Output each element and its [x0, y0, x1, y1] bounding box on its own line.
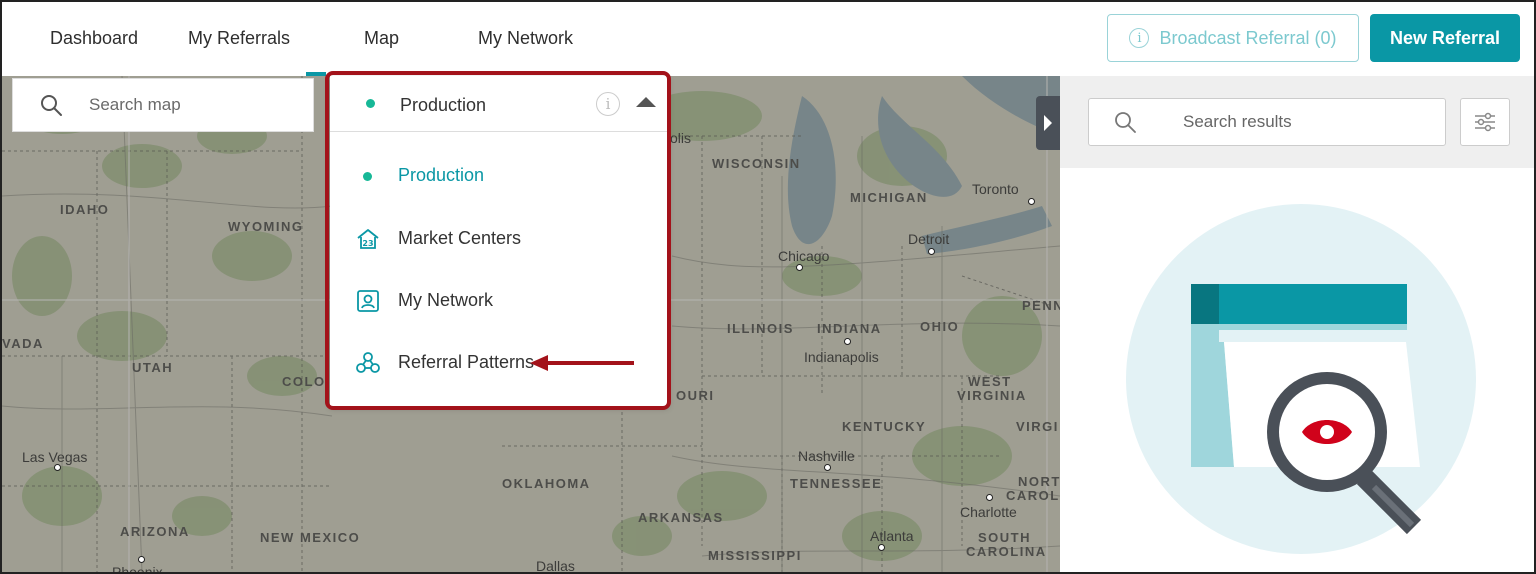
- map-label-colo: COLO: [282, 374, 326, 389]
- contact-card-icon: [357, 290, 379, 312]
- results-search-box[interactable]: [1088, 98, 1446, 146]
- nav-my-referrals[interactable]: My Referrals: [188, 28, 290, 49]
- map-label-wisconsin: WISCONSIN: [712, 156, 801, 171]
- map-city-las-vegas: Las Vegas: [22, 449, 88, 465]
- map-label-south: SOUTH: [978, 530, 1031, 545]
- search-icon: [41, 95, 62, 116]
- chevron-right-icon: [1044, 115, 1052, 131]
- map-label-mississippi: MISSISSIPPI: [708, 548, 802, 563]
- info-icon[interactable]: i: [596, 92, 620, 116]
- annotation-arrow-icon: [530, 355, 634, 371]
- layer-option-label: Market Centers: [398, 228, 522, 248]
- map-search-input[interactable]: [89, 95, 289, 115]
- map-label-nort: NORT: [1018, 474, 1060, 489]
- map-label-arkansas: ARKANSAS: [638, 510, 724, 525]
- map-city-toronto: Toronto: [972, 181, 1019, 197]
- layer-option-label: Production: [398, 165, 485, 185]
- map-layer-select[interactable]: Production i: [330, 76, 668, 132]
- map-label-olis: olis: [670, 130, 692, 146]
- map-label-wyoming: WYOMING: [228, 219, 304, 234]
- map-label-carol: CAROL: [1006, 488, 1060, 503]
- map-city-dallas: Dallas: [536, 558, 575, 572]
- map-city-nashville: Nashville: [798, 448, 855, 464]
- map-city-indianapolis: Indianapolis: [804, 349, 879, 365]
- map-city-marker: [1028, 198, 1035, 205]
- map-city-marker: [928, 248, 935, 255]
- layer-option-label: Referral Patterns: [398, 352, 535, 372]
- map-city-atlanta: Atlanta: [870, 528, 914, 544]
- layer-option-my-network[interactable]: My Network: [330, 279, 668, 323]
- layer-option-market-centers[interactable]: 23 Market Centers: [330, 217, 668, 261]
- map-label-arizona: ARIZONA: [120, 524, 190, 539]
- map-layer-selected-label: Production: [400, 95, 487, 115]
- panel-collapse-toggle[interactable]: [1036, 96, 1060, 150]
- map-city-marker: [878, 544, 885, 551]
- broadcast-referral-label: Broadcast Referral (0): [1159, 27, 1337, 48]
- map-label-carolina: CAROLINA: [966, 544, 1047, 559]
- new-referral-button[interactable]: New Referral: [1370, 14, 1520, 62]
- map-label-virginia: VIRGINIA: [957, 388, 1027, 403]
- map-city-chicago: Chicago: [778, 248, 830, 264]
- empty-results-illustration: [1126, 204, 1476, 554]
- map-city-phoenix: Phoenix: [112, 564, 163, 572]
- status-dot-icon: [363, 172, 372, 181]
- map-label-ohio: OHIO: [920, 319, 960, 334]
- map-label-kentucky: KENTUCKY: [842, 419, 927, 434]
- map-label-tennessee: TENNESSEE: [790, 476, 883, 491]
- map-label-idaho: IDAHO: [60, 202, 110, 217]
- svg-text:23: 23: [362, 239, 373, 248]
- layer-option-label: My Network: [398, 290, 494, 310]
- search-icon: [1115, 112, 1136, 133]
- new-referral-label: New Referral: [1389, 27, 1501, 48]
- map-label-indiana: INDIANA: [817, 321, 882, 336]
- results-search-input[interactable]: [1183, 112, 1433, 132]
- results-panel: [1060, 76, 1534, 572]
- filter-sliders-icon: [1475, 112, 1495, 132]
- map-label-west: WEST: [968, 374, 1012, 389]
- map-label-illinois: ILLINOIS: [727, 321, 794, 336]
- map-city-marker: [824, 464, 831, 471]
- map-city-marker: [844, 338, 851, 345]
- broadcast-referral-button[interactable]: i Broadcast Referral (0): [1107, 14, 1359, 62]
- top-navigation: Dashboard My Referrals Map My Network i …: [2, 2, 1534, 76]
- layer-option-production[interactable]: Production: [330, 154, 668, 198]
- status-dot-icon: [366, 99, 375, 108]
- market-center-icon: 23: [357, 229, 379, 249]
- results-panel-header: [1060, 76, 1534, 168]
- map-label-michigan: MICHIGAN: [850, 190, 928, 205]
- nav-my-network[interactable]: My Network: [478, 28, 573, 49]
- map-label-new-mexico: NEW MEXICO: [260, 530, 361, 545]
- map-city-marker: [54, 464, 61, 471]
- map-search-box[interactable]: [12, 78, 314, 132]
- map-city-marker: [796, 264, 803, 271]
- map-city-detroit: Detroit: [908, 231, 950, 247]
- map-label-penn: PENN: [1022, 298, 1060, 313]
- map-city-marker: [986, 494, 993, 501]
- network-nodes-icon: [356, 352, 380, 373]
- info-icon: i: [1129, 28, 1150, 48]
- caret-up-icon[interactable]: [636, 97, 656, 107]
- map-label-oklahoma: OKLAHOMA: [502, 476, 591, 491]
- filter-button[interactable]: [1460, 98, 1510, 146]
- map-label-utah: UTAH: [132, 360, 174, 375]
- map-city-charlotte: Charlotte: [960, 504, 1017, 520]
- nav-map[interactable]: Map: [305, 28, 399, 76]
- map-label-ouri: OURI: [676, 388, 715, 403]
- nav-dashboard[interactable]: Dashboard: [50, 28, 138, 49]
- map-label-vada: VADA: [2, 336, 44, 351]
- map-city-marker: [138, 556, 145, 563]
- map-label-virgi: VIRGI: [1016, 419, 1059, 434]
